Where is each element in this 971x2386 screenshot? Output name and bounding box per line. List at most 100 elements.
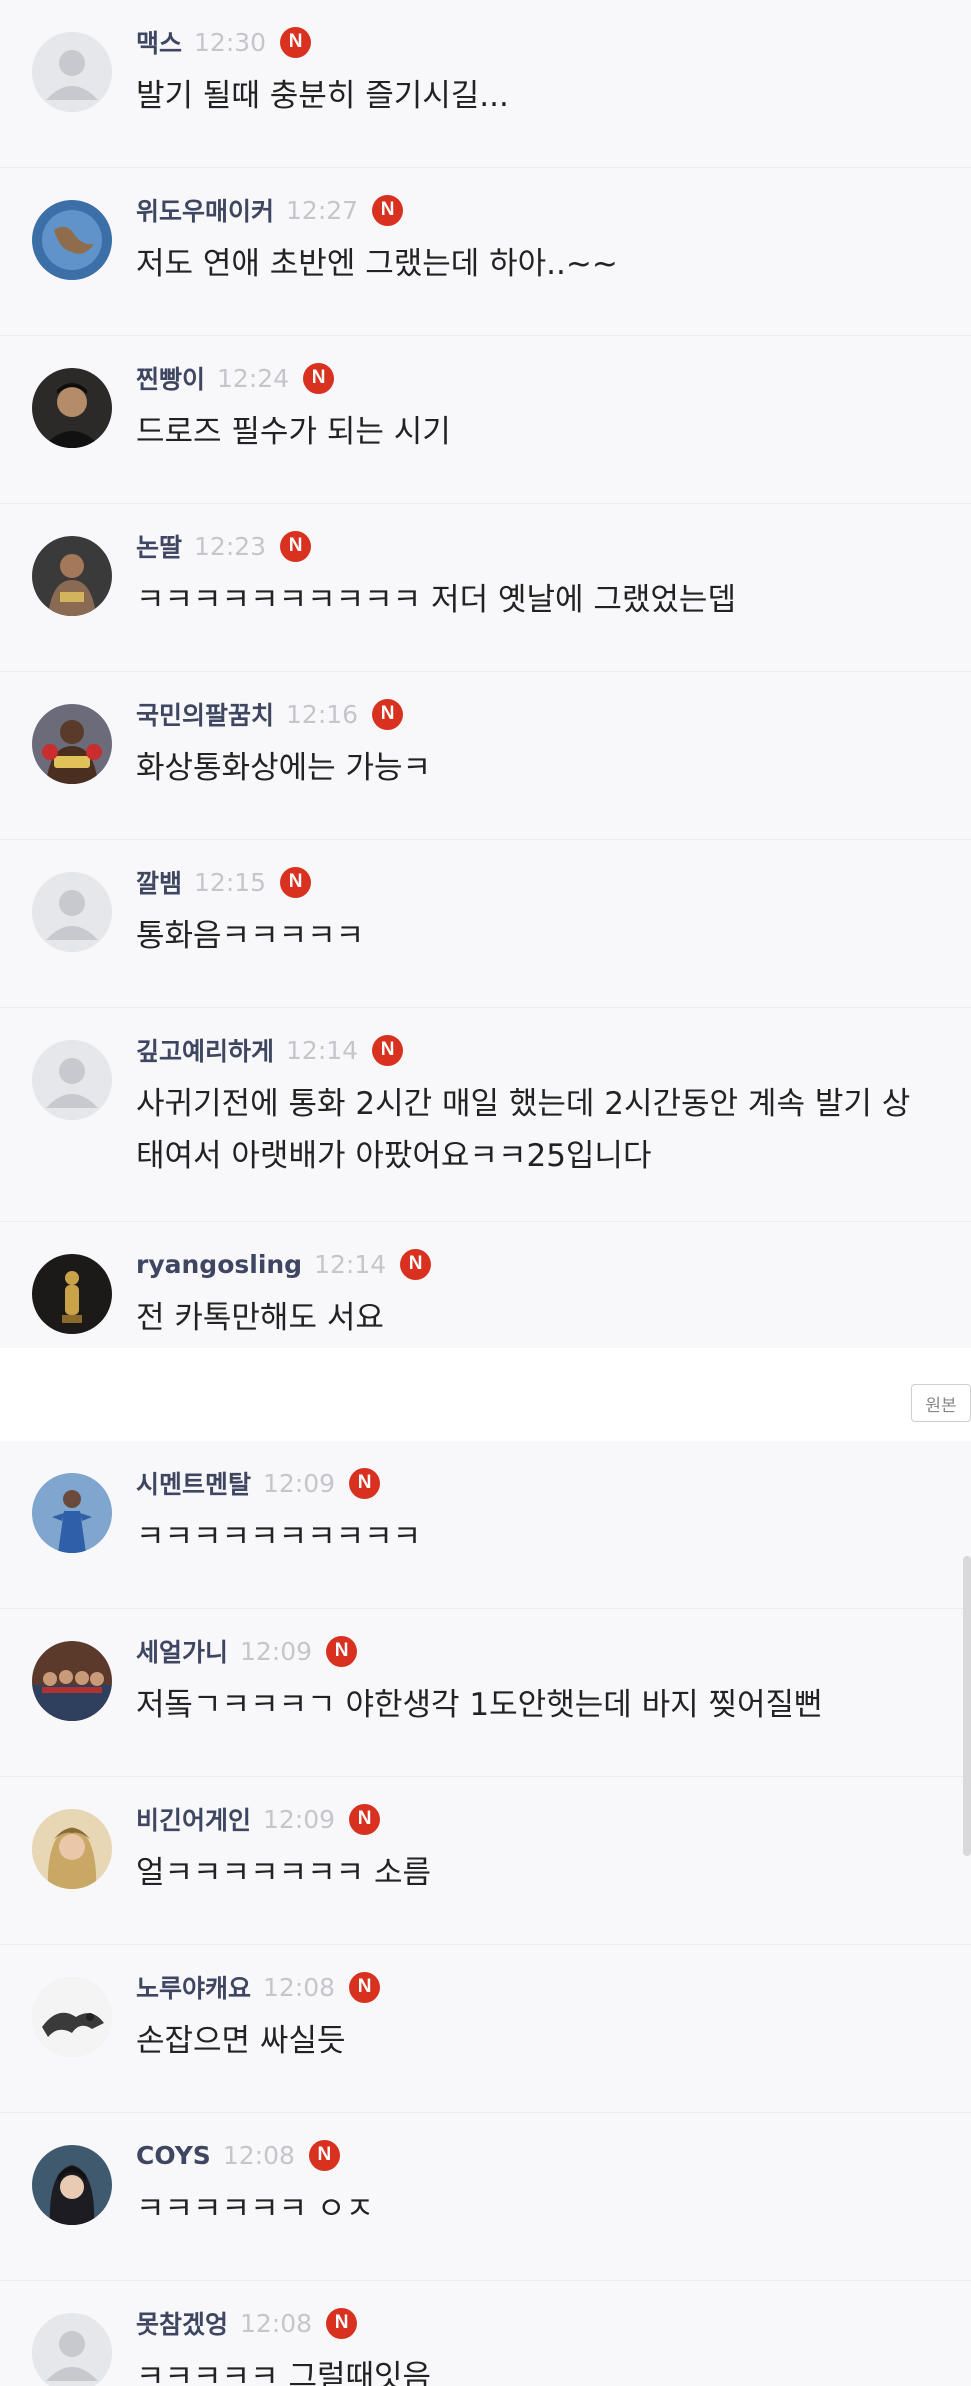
- oscar-statue-avatar-icon: [32, 1254, 112, 1334]
- avatar-default[interactable]: [32, 2313, 112, 2386]
- comment-time: 12:15: [194, 867, 267, 897]
- group-avatar-icon: [32, 1641, 112, 1721]
- avatar-photo[interactable]: [32, 704, 112, 784]
- comment-time: 12:09: [240, 1636, 313, 1666]
- avatar-photo[interactable]: [32, 536, 112, 616]
- runner-avatar-icon: [32, 1473, 112, 1553]
- comment-item: 시멘트멘탈 12:09 N ㅋㅋㅋㅋㅋㅋㅋㅋㅋㅋ: [0, 1441, 971, 1609]
- comment-text: 전 카톡만해도 서요: [136, 1300, 384, 1336]
- comment-item: 비긴어게인 12:09 N 얼ㅋㅋㅋㅋㅋㅋㅋ 소름: [0, 1777, 971, 1945]
- naver-badge-icon: N: [349, 1467, 381, 1499]
- comment-item: 깔뱀 12:15 N 통화음ㅋㅋㅋㅋㅋ: [0, 840, 971, 1008]
- comment-time: 12:24: [217, 363, 290, 393]
- comment-item: 국민의팔꿈치 12:16 N 화상통화상에는 가능ㅋ: [0, 672, 971, 840]
- avatar-photo[interactable]: [32, 2145, 112, 2225]
- comment-time: 12:08: [240, 2308, 313, 2338]
- comment-author[interactable]: 국민의팔꿈치: [136, 696, 274, 732]
- avatar-default[interactable]: [32, 1040, 112, 1120]
- comment-time: 12:08: [222, 2140, 295, 2170]
- avatar-photo[interactable]: [32, 1977, 112, 2057]
- comment-time: 12:14: [314, 1249, 387, 1279]
- comment-author[interactable]: 못참겠엉: [136, 2305, 228, 2341]
- boxer-avatar-icon: [32, 704, 112, 784]
- comment-author[interactable]: 세얼가니: [136, 1633, 228, 1669]
- view-original-button[interactable]: 원본: [911, 1384, 971, 1422]
- naver-badge-icon: N: [372, 1034, 404, 1066]
- naver-badge-icon: N: [326, 2307, 358, 2339]
- comment-author[interactable]: 노루야캐요: [136, 1969, 251, 2005]
- comment-text: ㅋㅋㅋㅋㅋ 그럴때잇음: [136, 2359, 432, 2386]
- comment-text: 발기 될때 충분히 즐기시길...: [136, 78, 509, 114]
- default-avatar-icon: [32, 32, 112, 112]
- avatar-photo[interactable]: [32, 1254, 112, 1334]
- comment-item: 노루야캐요 12:08 N 손잡으면 싸실듯: [0, 1945, 971, 2113]
- sketch-animal-avatar-icon: [32, 1977, 112, 2057]
- globe-avatar-icon: [32, 200, 112, 280]
- girl-avatar-icon: [32, 2145, 112, 2225]
- comment-text: 저도 연애 초반엔 그랬는데 하아..~~: [136, 246, 618, 282]
- comment-item: 깊고예리하게 12:14 N 사귀기전에 통화 2시간 매일 했는데 2시간동안 계…: [0, 1008, 971, 1222]
- naver-badge-icon: N: [372, 194, 404, 226]
- comment-item: 맥스 12:30 N 발기 될때 충분히 즐기시길...: [0, 0, 971, 168]
- comment-text: 드로즈 필수가 되는 시기: [136, 414, 451, 450]
- naver-badge-icon: N: [280, 26, 312, 58]
- person-avatar-icon: [32, 368, 112, 448]
- comment-time: 12:09: [263, 1804, 336, 1834]
- avatar-photo[interactable]: [32, 1809, 112, 1889]
- comment-text: ㅋㅋㅋㅋㅋㅋㅋㅋㅋㅋ: [136, 1519, 422, 1555]
- comment-time: 12:09: [263, 1468, 336, 1498]
- comment-text: 얼ㅋㅋㅋㅋㅋㅋㅋ 소름: [136, 1855, 432, 1891]
- comment-author[interactable]: 논딸: [136, 528, 182, 564]
- comment-time: 12:08: [263, 1972, 336, 2002]
- comment-text: ㅋㅋㅋㅋㅋㅋ ㅇㅈ: [136, 2191, 375, 2227]
- avatar-photo[interactable]: [32, 368, 112, 448]
- avatar-photo[interactable]: [32, 200, 112, 280]
- comment-item: 찐빵이 12:24 N 드로즈 필수가 되는 시기: [0, 336, 971, 504]
- comment-author[interactable]: 맥스: [136, 24, 182, 60]
- comment-time: 12:16: [286, 699, 359, 729]
- comment-item: 위도우매이커 12:27 N 저도 연애 초반엔 그랬는데 하아..~~: [0, 168, 971, 336]
- comment-text: 화상통화상에는 가능ㅋ: [136, 750, 432, 786]
- comment-time: 12:30: [194, 27, 267, 57]
- comment-item: 못참겠엉 12:08 N ㅋㅋㅋㅋㅋ 그럴때잇음: [0, 2281, 971, 2386]
- comment-author[interactable]: ryangosling: [136, 1250, 302, 1279]
- comment-item: ryangosling 12:14 N 전 카톡만해도 서요: [0, 1222, 971, 1348]
- avatar-photo[interactable]: [32, 1473, 112, 1553]
- scrollbar[interactable]: [963, 1556, 971, 1856]
- comment-item: COYS 12:08 N ㅋㅋㅋㅋㅋㅋ ㅇㅈ: [0, 2113, 971, 2281]
- comment-time: 12:14: [286, 1035, 359, 1065]
- comment-author[interactable]: 위도우매이커: [136, 192, 274, 228]
- naver-badge-icon: N: [349, 1803, 381, 1835]
- comment-author[interactable]: 찐빵이: [136, 360, 205, 396]
- avatar-default[interactable]: [32, 32, 112, 112]
- naver-badge-icon: N: [308, 2139, 340, 2171]
- avatar-default[interactable]: [32, 872, 112, 952]
- avatar-photo[interactable]: [32, 1641, 112, 1721]
- comment-author[interactable]: 깔뱀: [136, 864, 182, 900]
- naver-badge-icon: N: [326, 1635, 358, 1667]
- comment-item: 논딸 12:23 N ㅋㅋㅋㅋㅋㅋㅋㅋㅋㅋ 저더 옛날에 그랬었는뎁: [0, 504, 971, 672]
- naver-badge-icon: N: [400, 1248, 432, 1280]
- comment-list-top: 맥스 12:30 N 발기 될때 충분히 즐기시길... 위도우매이커 12:27 N …: [0, 0, 971, 1348]
- naver-badge-icon: N: [372, 698, 404, 730]
- naver-badge-icon: N: [280, 866, 312, 898]
- default-avatar-icon: [32, 2313, 112, 2386]
- comment-list-bottom: 시멘트멘탈 12:09 N ㅋㅋㅋㅋㅋㅋㅋㅋㅋㅋ 세얼가니 12:09 N 저돜ㄱㅋㅋㅋ…: [0, 1441, 971, 2386]
- comment-time: 12:23: [194, 531, 267, 561]
- naver-badge-icon: N: [280, 530, 312, 562]
- default-avatar-icon: [32, 1040, 112, 1120]
- comment-text: ㅋㅋㅋㅋㅋㅋㅋㅋㅋㅋ 저더 옛날에 그랬었는뎁: [136, 582, 736, 618]
- comment-author[interactable]: 비긴어게인: [136, 1801, 251, 1837]
- comment-time: 12:27: [286, 195, 359, 225]
- comment-author[interactable]: COYS: [136, 2141, 211, 2170]
- woman-avatar-icon: [32, 1809, 112, 1889]
- comment-text: 손잡으면 싸실듯: [136, 2023, 346, 2059]
- fighter-avatar-icon: [32, 536, 112, 616]
- comment-text: 저돜ㄱㅋㅋㅋㄱ 야한생각 1도안햇는데 바지 찢어질뻔: [136, 1687, 823, 1723]
- naver-badge-icon: N: [349, 1971, 381, 2003]
- comment-author[interactable]: 깊고예리하게: [136, 1032, 274, 1068]
- comment-text: 통화음ㅋㅋㅋㅋㅋ: [136, 918, 365, 954]
- comment-text: 사귀기전에 통화 2시간 매일 했는데 2시간동안 계속 발기 상태여서 아랫배…: [136, 1086, 911, 1174]
- comment-item: 세얼가니 12:09 N 저돜ㄱㅋㅋㅋㄱ 야한생각 1도안햇는데 바지 찢어질뻔: [0, 1609, 971, 1777]
- comment-author[interactable]: 시멘트멘탈: [136, 1465, 251, 1501]
